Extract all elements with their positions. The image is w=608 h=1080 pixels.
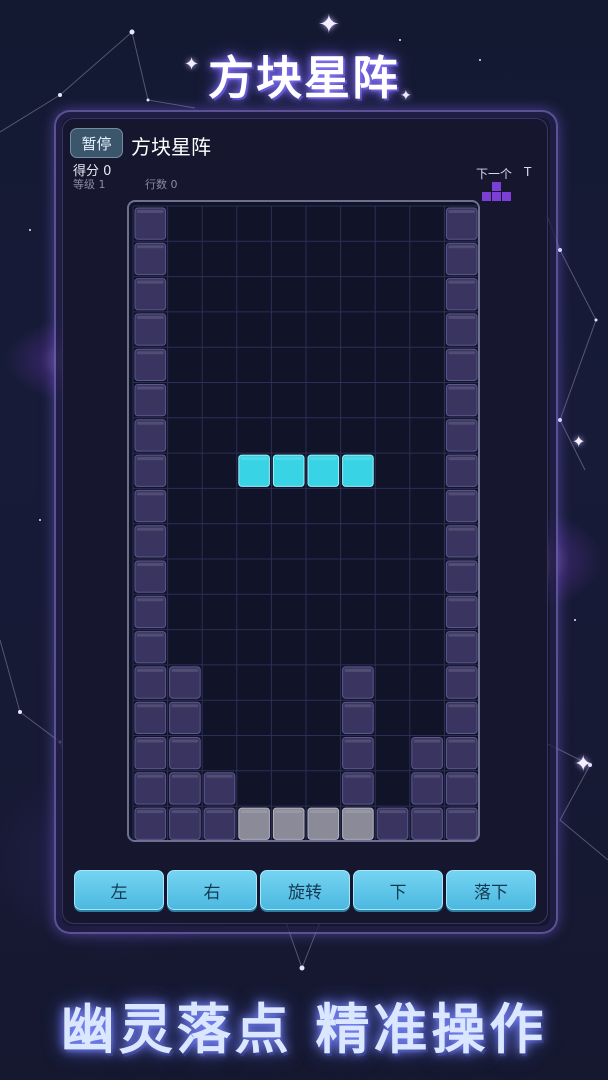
- locked-block-highlight: [448, 704, 475, 708]
- left-button[interactable]: 左: [74, 870, 164, 910]
- locked-block-highlight: [137, 598, 164, 602]
- locked-block-highlight: [171, 774, 199, 778]
- locked-block-highlight: [344, 668, 372, 672]
- locked-block-highlight: [171, 810, 199, 814]
- game-title-logo: 方块星阵: [208, 51, 400, 105]
- locked-block-highlight: [379, 810, 406, 814]
- locked-block-highlight: [448, 492, 475, 496]
- ghost-block-highlight: [344, 810, 372, 814]
- level-text: 等级 1: [73, 178, 106, 191]
- locked-block-highlight: [171, 668, 199, 672]
- locked-block-highlight: [448, 210, 475, 213]
- next-block: [502, 192, 511, 201]
- locked-block-highlight: [448, 633, 475, 637]
- down-button[interactable]: 下: [353, 870, 443, 910]
- locked-block-highlight: [137, 704, 164, 708]
- locked-block-highlight: [448, 245, 475, 249]
- locked-block-highlight: [137, 351, 164, 355]
- right-button[interactable]: 右: [167, 870, 257, 910]
- locked-block-highlight: [448, 563, 475, 566]
- locked-block-highlight: [413, 810, 441, 814]
- lines-text: 行数 0: [145, 178, 178, 191]
- active-block-highlight: [310, 457, 337, 461]
- pause-button[interactable]: 暂停: [70, 128, 123, 158]
- drop-button[interactable]: 落下: [446, 870, 536, 910]
- locked-block-highlight: [448, 598, 475, 602]
- locked-block-highlight: [448, 527, 475, 531]
- game-name: 方块星阵: [131, 135, 211, 159]
- locked-block-highlight: [137, 668, 164, 672]
- active-block-highlight: [275, 457, 302, 461]
- next-block: [492, 192, 501, 201]
- locked-block-highlight: [448, 457, 475, 461]
- locked-block-highlight: [137, 527, 164, 531]
- locked-block-highlight: [448, 739, 475, 743]
- locked-block-highlight: [137, 563, 164, 566]
- locked-block-highlight: [344, 774, 372, 778]
- locked-block-highlight: [413, 739, 441, 743]
- locked-block-highlight: [137, 280, 164, 284]
- control-bar: 左 右 旋转 下 落下: [74, 870, 536, 910]
- ghost-block-highlight: [240, 810, 268, 814]
- locked-block-highlight: [448, 315, 475, 319]
- locked-block-highlight: [137, 315, 164, 319]
- next-block: [492, 182, 501, 191]
- locked-block-highlight: [137, 774, 164, 778]
- locked-block-highlight: [448, 668, 475, 672]
- active-block-highlight: [344, 457, 372, 461]
- locked-block-highlight: [137, 421, 164, 425]
- locked-block-highlight: [413, 774, 441, 778]
- locked-block-highlight: [137, 810, 164, 814]
- next-piece-preview: [482, 182, 511, 201]
- locked-block-highlight: [448, 421, 475, 425]
- board-grid: [132, 205, 478, 840]
- locked-block-highlight: [344, 704, 372, 708]
- locked-block-highlight: [137, 739, 164, 743]
- rotate-button[interactable]: 旋转: [260, 870, 350, 910]
- locked-block-highlight: [171, 704, 199, 708]
- promo-slogan: 幽灵落点 精准操作: [60, 998, 548, 1061]
- locked-block-highlight: [344, 739, 372, 743]
- locked-block-highlight: [448, 280, 475, 284]
- sparkle-icon: ✦: [574, 752, 593, 777]
- next-block: [482, 192, 491, 201]
- game-board[interactable]: [127, 200, 480, 842]
- locked-block-highlight: [137, 386, 164, 390]
- locked-block-highlight: [448, 386, 475, 390]
- sparkle-icon: ✦: [318, 10, 340, 40]
- locked-block-highlight: [137, 457, 164, 461]
- locked-block-highlight: [137, 492, 164, 496]
- locked-block-highlight: [448, 351, 475, 355]
- sparkle-icon: ✦: [572, 432, 586, 451]
- locked-block-highlight: [448, 810, 475, 814]
- locked-block-highlight: [137, 633, 164, 637]
- locked-block-highlight: [137, 210, 164, 213]
- locked-block-highlight: [206, 774, 233, 778]
- locked-block-highlight: [171, 739, 199, 743]
- ghost-block-highlight: [310, 810, 337, 814]
- active-block-highlight: [240, 457, 268, 461]
- locked-block-highlight: [137, 245, 164, 249]
- locked-block-highlight: [206, 810, 233, 814]
- ghost-block-highlight: [275, 810, 302, 814]
- locked-block-highlight: [448, 774, 475, 778]
